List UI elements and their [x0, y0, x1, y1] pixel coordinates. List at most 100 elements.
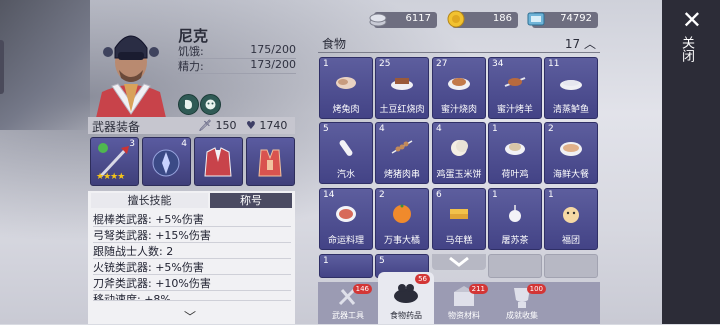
chevron-down-icon[interactable]: ﹀: [184, 308, 196, 325]
vest-icon: [258, 149, 282, 177]
pork-skewer-icon: [391, 140, 413, 154]
health-stat: ♥ 1740: [246, 119, 287, 132]
food-item-roast-rabbit[interactable]: 1 烤兔肉: [319, 57, 373, 119]
item-quantity: 1: [492, 124, 498, 134]
left-edge-handle[interactable]: [0, 40, 4, 94]
equip-slot-armor[interactable]: 4: [142, 137, 191, 186]
ticket-icon: [527, 12, 545, 26]
food-item-pork-skewer[interactable]: 4 烤猪肉串: [375, 122, 429, 184]
food-item-destiny-cuisine[interactable]: 14 命运料理: [319, 188, 373, 250]
skill-line: 刀斧类武器: +10%伤害: [93, 275, 291, 291]
item-quantity: 14: [323, 190, 335, 200]
equip-slot-vest[interactable]: [246, 137, 295, 186]
skill-line: 跟随战士人数: 2: [93, 243, 291, 259]
item-quantity: 25: [379, 59, 391, 69]
food-item-food-item[interactable]: 1: [319, 254, 373, 278]
category-label: 物资材料: [448, 311, 480, 320]
chevron-up-icon[interactable]: ︿: [584, 37, 596, 51]
hunger-label: 饥饿:: [178, 45, 204, 58]
close-label[interactable]: 关闭: [677, 36, 696, 62]
ticket-amount: 74792: [560, 13, 592, 24]
food-item-honey-roast-pork[interactable]: 27 蜜汁烧肉: [432, 57, 486, 119]
expand-tab[interactable]: [432, 254, 486, 270]
item-name: 蜜汁烧肉: [440, 105, 477, 115]
star-rating: ★★★★: [96, 172, 125, 182]
equip-slot-weapon[interactable]: 3 ★★★★: [90, 137, 139, 186]
badge: 56: [415, 274, 430, 284]
equip-slot-jacket[interactable]: [194, 137, 243, 186]
item-quantity: 27: [436, 59, 448, 69]
food-item-egg-corn-cake[interactable]: 4 鸡蛋玉米饼: [432, 122, 486, 184]
health-value: 1740: [259, 119, 288, 132]
fortune-dumpling-icon: [563, 207, 579, 223]
item-name: 海鲜大餐: [552, 170, 589, 180]
heart-icon: ♥: [246, 119, 256, 132]
item-name: 万事大橘: [383, 236, 420, 246]
category-food-medicine[interactable]: 56 食物药品: [378, 272, 434, 324]
category-achievements[interactable]: 100 成就收集: [494, 282, 550, 324]
food-item-seafood-feast[interactable]: 2 海鲜大餐: [544, 122, 598, 184]
gold-coin-counter: 186: [447, 10, 518, 28]
item-quantity: 1: [323, 59, 329, 69]
mood-icon[interactable]: [200, 94, 221, 115]
skills-panel: 擅长技能 称号 棍棒类武器: +5%伤害 弓弩类武器: +15%伤害 跟随战士人…: [88, 191, 295, 324]
background-shadow: [0, 0, 90, 130]
chevron-down-icon: [449, 256, 469, 267]
silver-coin-amount: 6117: [405, 13, 431, 24]
food-item-honey-roast-lamb[interactable]: 34 蜜汁烤羊: [488, 57, 542, 119]
tab-skills[interactable]: 擅长技能: [91, 193, 208, 208]
soda-icon: [339, 140, 353, 156]
food-item-lotus-chicken[interactable]: 1 荷叶鸡: [488, 122, 542, 184]
hero-avatar: [96, 35, 166, 118]
energy-value: 173/200: [250, 58, 296, 71]
skill-line: 火铳类武器: +5%伤害: [93, 259, 291, 275]
item-quantity: 4: [379, 124, 385, 134]
category-label: 武器工具: [332, 311, 364, 320]
item-quantity: 5: [379, 256, 385, 266]
item-name: 烤猪肉串: [383, 170, 420, 180]
category-weapons-tools[interactable]: 146 武器工具: [320, 282, 376, 324]
jacket-icon: [204, 147, 232, 177]
item-name: 屠苏茶: [501, 236, 529, 246]
food-count[interactable]: 17 ︿: [565, 35, 596, 52]
close-icon[interactable]: ✕: [682, 8, 702, 32]
honey-roast-lamb-icon: [504, 77, 526, 87]
roast-rabbit-icon: [336, 77, 356, 89]
egg-corn-cake-icon: [451, 140, 468, 156]
food-item-soda[interactable]: 5 汽水: [319, 122, 373, 184]
item-quantity: 34: [492, 59, 504, 69]
food-item-fortune-dumpling[interactable]: 1 福团: [544, 188, 598, 250]
hunger-stat: 饥饿: 175/200: [178, 43, 296, 59]
empty-slot: [488, 254, 542, 278]
tangerine-icon: [393, 204, 411, 223]
item-quantity: 4: [436, 124, 442, 134]
horse-rice-cake-icon: [450, 209, 468, 219]
skill-line: 弓弩类武器: +15%伤害: [93, 227, 291, 243]
food-item-steamed-bass[interactable]: 11 清蒸鲈鱼: [544, 57, 598, 119]
weapon-header: 武器装备 🗡 150 ♥ 1740: [88, 117, 295, 134]
attack-value: 150: [215, 119, 237, 132]
tab-titles[interactable]: 称号: [210, 193, 292, 208]
item-quantity: 2: [548, 124, 554, 134]
tusu-tea-icon: [509, 205, 521, 222]
food-item-potato-braised-pork[interactable]: 25 土豆红烧肉: [375, 57, 429, 119]
slot-level: 4: [181, 139, 187, 149]
skill-line: 棍棒类武器: +5%伤害: [93, 211, 291, 227]
badge: 211: [468, 284, 488, 294]
badge: 146: [352, 284, 372, 294]
food-item-horse-rice-cake[interactable]: 6 马年糕: [432, 188, 486, 250]
category-materials[interactable]: 211 物资材料: [436, 282, 492, 324]
stomach-icon[interactable]: [178, 94, 199, 115]
gold-coin-amount: 186: [492, 13, 512, 24]
skill-line: 移动速度: +8%: [93, 291, 291, 301]
potato-braised-pork-icon: [391, 78, 413, 90]
silver-coin-counter: 6117: [369, 12, 437, 28]
item-quantity: 2: [379, 190, 385, 200]
food-title: 食物: [322, 37, 347, 51]
food-item-tusu-tea[interactable]: 1 屠苏茶: [488, 188, 542, 250]
attack-stat: 🗡 150: [198, 119, 236, 132]
energy-stat: 精力: 173/200: [178, 58, 296, 74]
badge: 100: [526, 284, 546, 294]
seafood-feast-icon: [560, 142, 582, 156]
food-item-tangerine[interactable]: 2 万事大橘: [375, 188, 429, 250]
